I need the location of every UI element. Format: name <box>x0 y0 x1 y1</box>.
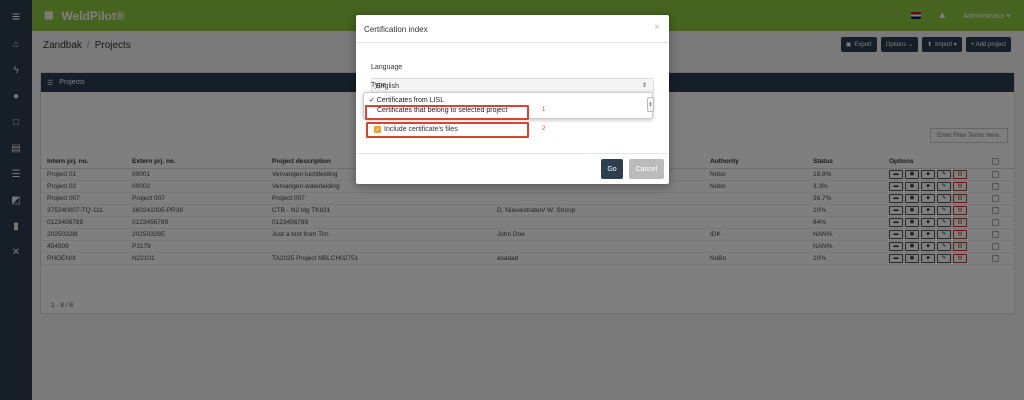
highlight-box-2 <box>366 122 529 138</box>
type-label: Type <box>371 82 387 89</box>
certification-index-dialog: Certification index × Language English ⇕… <box>356 15 669 184</box>
language-label: Language <box>371 64 403 71</box>
select-arrows-icon: ⇕ <box>641 83 647 89</box>
type-select-arrows-icon[interactable]: ⇕ <box>647 97 654 112</box>
type-option-lisl[interactable]: ✓ Certificates from LISL <box>369 96 444 104</box>
marker-2: 2 <box>542 126 546 132</box>
close-icon[interactable]: × <box>654 22 660 33</box>
cancel-button[interactable]: Cancel <box>629 159 664 179</box>
divider <box>356 153 669 154</box>
marker-1: 1 <box>542 107 546 113</box>
dialog-title: Certification index <box>364 25 428 34</box>
go-button[interactable]: Go <box>601 159 623 179</box>
divider <box>356 42 669 43</box>
highlight-box-1 <box>365 105 529 120</box>
